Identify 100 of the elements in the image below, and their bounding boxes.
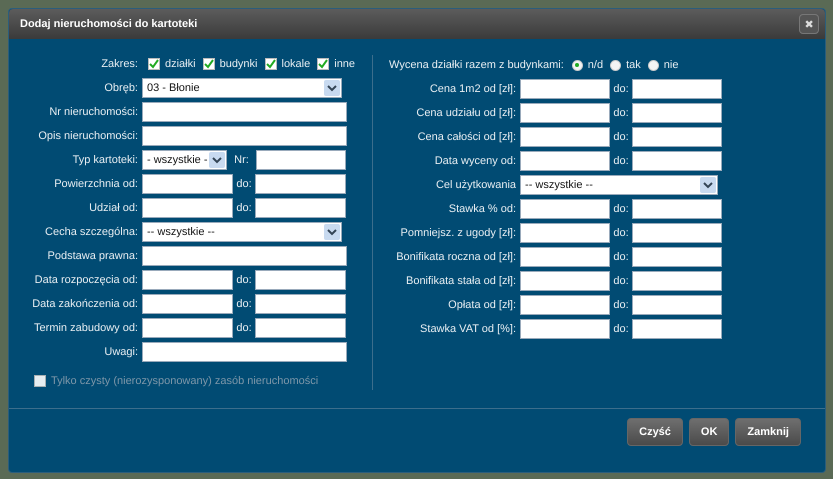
field-label: do: — [235, 178, 253, 190]
input-field[interactable] — [256, 150, 346, 170]
field-label: Nr nieruchomości: — [48, 106, 139, 118]
field-label: do: — [612, 107, 630, 119]
field-label: Opłata od [zł]: — [447, 299, 518, 311]
input-field[interactable] — [632, 199, 722, 219]
input-field[interactable] — [520, 79, 610, 99]
input-field[interactable] — [520, 295, 610, 315]
input-field[interactable] — [632, 271, 722, 291]
field-label: Bonifikata stała od [zł]: — [404, 275, 518, 287]
input-field[interactable] — [520, 199, 610, 219]
input-field[interactable] — [142, 174, 233, 194]
input-field[interactable] — [632, 103, 722, 123]
field-label: Data wyceny od: — [434, 155, 518, 167]
dialog-button[interactable]: OK — [688, 418, 730, 446]
field-label: do: — [612, 227, 630, 239]
input-field[interactable] — [632, 319, 722, 339]
input-field[interactable] — [632, 247, 722, 267]
radio-label: nie — [664, 59, 678, 71]
input-field[interactable] — [632, 223, 722, 243]
field-label: do: — [612, 203, 630, 215]
checkbox-label: inne — [334, 58, 356, 70]
input-field[interactable] — [255, 294, 346, 314]
field-label: do: — [612, 83, 630, 95]
check-icon — [149, 59, 159, 70]
field-label: do: — [235, 322, 253, 334]
checkbox[interactable] — [148, 58, 160, 70]
field-label: Data zakończenia od: — [31, 298, 139, 310]
field-label: Cena 1m2 od [zł]: — [428, 83, 518, 95]
dropdown-caret-icon[interactable] — [209, 152, 225, 168]
dropdown[interactable]: -- wszystkie -- — [520, 175, 718, 195]
field-label: Bonifikata roczna od [zł]: — [395, 251, 518, 263]
input-field[interactable] — [520, 247, 610, 267]
field-label: Cena udziału od [zł]: — [415, 107, 518, 119]
field-label: Udział od: — [88, 202, 139, 214]
radio-label: n/d — [588, 59, 604, 71]
field-label: do: — [235, 202, 253, 214]
input-field[interactable] — [142, 126, 347, 146]
field-label: Cena całości od [zł]: — [416, 131, 518, 143]
input-field[interactable] — [632, 127, 722, 147]
input-field[interactable] — [632, 79, 722, 99]
window-title: Dodaj nieruchomości do kartoteki — [20, 18, 198, 30]
check-icon — [318, 59, 328, 70]
input-field[interactable] — [142, 318, 233, 338]
input-field[interactable] — [520, 271, 610, 291]
field-label: do: — [235, 298, 253, 310]
checkbox[interactable] — [202, 58, 215, 70]
field-label: Pomniejsz. z ugody [zł]: — [399, 227, 518, 239]
field-label: Typ kartoteki: — [72, 154, 139, 166]
input-field[interactable] — [142, 198, 233, 218]
input-field[interactable] — [520, 103, 610, 123]
field-label: Stawka VAT od [%]: — [419, 323, 518, 335]
input-field[interactable] — [255, 270, 346, 290]
dropdown[interactable]: -- wszystkie -- — [142, 222, 342, 242]
input-field[interactable] — [255, 174, 346, 194]
field-label: do: — [235, 274, 253, 286]
field-label: Zakres: — [100, 58, 139, 70]
field-label: do: — [612, 275, 630, 287]
field-label: do: — [612, 155, 630, 167]
input-field[interactable] — [142, 342, 347, 362]
dropdown-caret-icon[interactable] — [324, 80, 340, 96]
input-field[interactable] — [520, 151, 610, 171]
input-field[interactable] — [632, 151, 722, 171]
close-button[interactable]: ✖ — [799, 14, 819, 34]
field-label: Podstawa prawna: — [46, 250, 139, 262]
field-label: Data rozpoczęcia od: — [34, 274, 139, 286]
dropdown[interactable]: - wszystkie - — [142, 150, 227, 170]
radio-button[interactable] — [648, 60, 659, 70]
input-field[interactable] — [142, 246, 347, 266]
dropdown[interactable]: 03 - Błonie — [142, 78, 342, 98]
input-field[interactable] — [255, 198, 346, 218]
input-field[interactable] — [520, 127, 610, 147]
field-label: Termin zabudowy od: — [33, 322, 139, 334]
checkbox[interactable] — [264, 58, 276, 70]
input-field[interactable] — [632, 295, 722, 315]
input-field[interactable] — [142, 294, 233, 314]
field-label: Opis nieruchomości: — [37, 130, 139, 142]
dropdown-caret-icon[interactable] — [700, 177, 716, 193]
radio-button[interactable] — [572, 60, 583, 70]
field-label: Obręb: — [103, 82, 139, 94]
dialog-button[interactable]: Czyść — [627, 418, 683, 446]
field-label: Cel użytkowania — [434, 179, 518, 191]
input-field[interactable] — [142, 102, 347, 122]
input-field[interactable] — [255, 318, 346, 338]
field-label: Uwagi: — [103, 346, 139, 358]
check-icon — [266, 59, 276, 70]
field-label: Stawka % od: — [448, 203, 518, 215]
field-label: Wycena działki razem z budynkami: — [388, 59, 565, 71]
radio-button[interactable] — [610, 60, 622, 70]
field-label: Cecha szczególna: — [44, 226, 139, 238]
input-field[interactable] — [520, 223, 610, 243]
dialog-button[interactable]: Zamknij — [735, 418, 801, 446]
checkbox-label: lokale — [282, 58, 310, 70]
checkbox-label: Tylko czysty (nierozysponowany) zasób nieruchomości — [51, 374, 318, 387]
input-field[interactable] — [142, 270, 233, 290]
field-label: do: — [612, 299, 630, 311]
check-icon — [204, 59, 214, 70]
checkbox[interactable] — [317, 58, 330, 70]
input-field[interactable] — [520, 319, 610, 339]
dropdown-caret-icon[interactable] — [324, 224, 340, 240]
